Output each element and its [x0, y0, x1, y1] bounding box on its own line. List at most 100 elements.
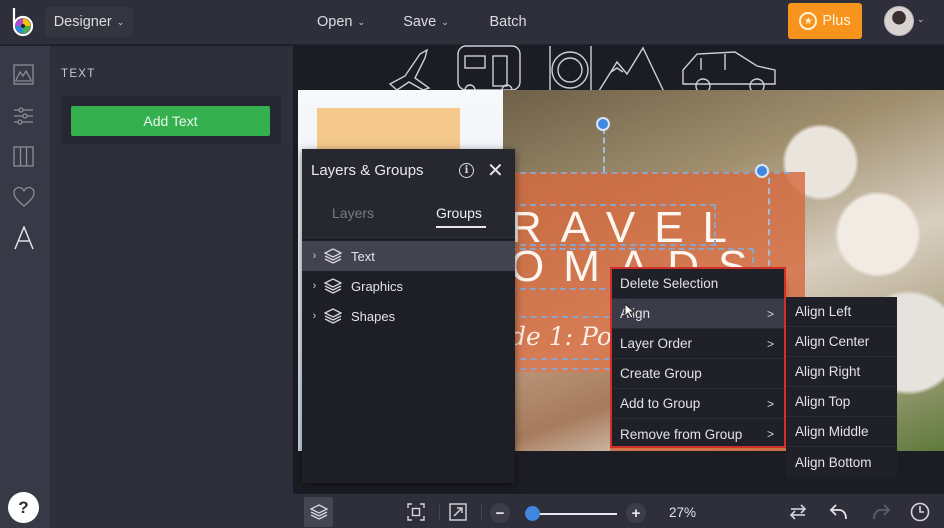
divider [481, 505, 482, 521]
align-left-option[interactable]: Align Left [786, 297, 897, 327]
selection-outline [510, 316, 620, 360]
group-row-text[interactable]: › Text [302, 241, 515, 271]
menu-item-label: Add to Group [620, 396, 701, 411]
rotation-guide [603, 128, 605, 172]
align-submenu: Align Left Align Center Align Right Alig… [786, 297, 897, 477]
info-icon[interactable]: i [459, 163, 474, 178]
chevron-down-icon: ⌄ [357, 16, 366, 27]
tab-groups[interactable]: Groups [436, 205, 482, 221]
zoom-slider-thumb[interactable] [525, 506, 540, 521]
help-button[interactable]: ? [8, 492, 39, 523]
menu-item-add-to-group[interactable]: Add to Group > [612, 389, 784, 419]
layers-panel-title: Layers & Groups [311, 162, 424, 179]
group-row-shapes[interactable]: › Shapes [302, 301, 515, 331]
mode-dropdown[interactable]: Designer ⌄ [45, 7, 133, 37]
layers-icon [324, 308, 342, 324]
menu-item-remove-from-group[interactable]: Remove from Group > [612, 419, 784, 449]
menu-item-delete-selection[interactable]: Delete Selection [612, 269, 784, 299]
zoom-slider-track[interactable] [529, 513, 617, 515]
history-button[interactable] [910, 502, 930, 522]
chevron-down-icon[interactable]: ⌄ [917, 14, 925, 25]
chevron-right-icon[interactable]: › [302, 250, 324, 262]
layers-toggle-button[interactable] [304, 497, 333, 527]
layers-icon [309, 504, 328, 520]
save-label: Save [403, 14, 437, 30]
chevron-right-icon: > [766, 336, 774, 351]
chevron-right-icon: > [766, 306, 774, 321]
zoom-in-button[interactable]: + [626, 503, 646, 523]
rotate-handle[interactable] [755, 164, 769, 178]
redo-icon [873, 504, 891, 520]
zoom-out-button[interactable]: − [490, 503, 510, 523]
close-icon[interactable]: ✕ [487, 158, 504, 183]
travel-icons-graphic[interactable] [385, 44, 785, 96]
chevron-right-icon[interactable]: › [302, 280, 324, 292]
app-logo[interactable] [9, 7, 37, 37]
save-menu-button[interactable]: Save ⌄ [394, 7, 458, 37]
heart-icon[interactable] [12, 185, 36, 209]
selection-outline [510, 204, 716, 246]
layers-tabs: Layers Groups [302, 192, 515, 238]
tool-icon-rail: ? [0, 46, 50, 528]
menu-item-label: Delete Selection [620, 276, 719, 291]
layers-panel-header: Layers & Groups i ✕ [302, 149, 515, 192]
menu-item-label: Remove from Group [620, 426, 743, 442]
star-icon: ★ [799, 12, 818, 30]
chevron-down-icon: ⌄ [116, 16, 125, 27]
redo-button[interactable] [871, 503, 891, 521]
selection-outline [510, 368, 620, 370]
text-icon[interactable] [12, 226, 36, 250]
text-panel: TEXT Add Text [50, 46, 293, 528]
beach-photo-area [510, 372, 610, 451]
panel-title: TEXT [61, 68, 96, 80]
plus-upgrade-button[interactable]: ★ Plus [788, 3, 862, 39]
chevron-right-icon: > [766, 427, 774, 441]
batch-button[interactable]: Batch [478, 7, 538, 37]
car-icon [682, 51, 776, 94]
group-label: Graphics [351, 278, 404, 294]
cutlery-plate-icon [549, 46, 592, 94]
group-label: Text [351, 248, 375, 264]
align-right-option[interactable]: Align Right [786, 357, 897, 387]
align-top-option[interactable]: Align Top [786, 387, 897, 417]
divider [439, 505, 440, 521]
adjustments-icon[interactable] [12, 104, 36, 128]
menu-item-layer-order[interactable]: Layer Order > [612, 329, 784, 359]
group-row-graphics[interactable]: › Graphics [302, 271, 515, 301]
image-icon[interactable] [12, 63, 36, 87]
menu-item-label: Create Group [620, 366, 702, 381]
align-center-option[interactable]: Align Center [786, 327, 897, 357]
chevron-down-icon: ⌄ [441, 16, 449, 27]
undo-icon [829, 504, 847, 520]
open-label: Open [316, 14, 353, 30]
menu-item-label: Layer Order [620, 336, 693, 351]
rotate-handle[interactable] [596, 117, 610, 131]
actual-size-button[interactable] [449, 503, 467, 521]
layers-icon [324, 278, 342, 294]
align-bottom-option[interactable]: Align Bottom [786, 447, 897, 477]
mode-label: Designer [53, 14, 112, 30]
fit-to-screen-button[interactable] [407, 503, 425, 521]
open-menu-button[interactable]: Open ⌄ [306, 7, 376, 37]
menu-item-create-group[interactable]: Create Group [612, 359, 784, 389]
clock-icon [910, 502, 930, 522]
mountains-icon [596, 46, 666, 95]
undo-button[interactable] [829, 503, 849, 521]
bottom-toolbar: − + 27% [293, 494, 944, 528]
layers-icon [324, 248, 342, 264]
chevron-right-icon: > [766, 396, 774, 411]
menu-item-align[interactable]: Align > [612, 299, 784, 329]
align-middle-option[interactable]: Align Middle [786, 417, 897, 447]
zoom-percentage: 27% [669, 505, 697, 520]
add-text-container: Add Text [61, 96, 281, 144]
selection-outline [510, 172, 790, 174]
mouse-cursor-icon [624, 303, 636, 319]
plus-label: Plus [822, 13, 851, 29]
camper-icon [457, 45, 521, 96]
swap-button[interactable] [788, 503, 808, 521]
add-text-button[interactable]: Add Text [71, 106, 270, 136]
tab-layers[interactable]: Layers [332, 205, 374, 221]
user-avatar[interactable] [884, 6, 914, 36]
chevron-right-icon[interactable]: › [302, 310, 324, 322]
frames-icon[interactable] [12, 145, 36, 169]
